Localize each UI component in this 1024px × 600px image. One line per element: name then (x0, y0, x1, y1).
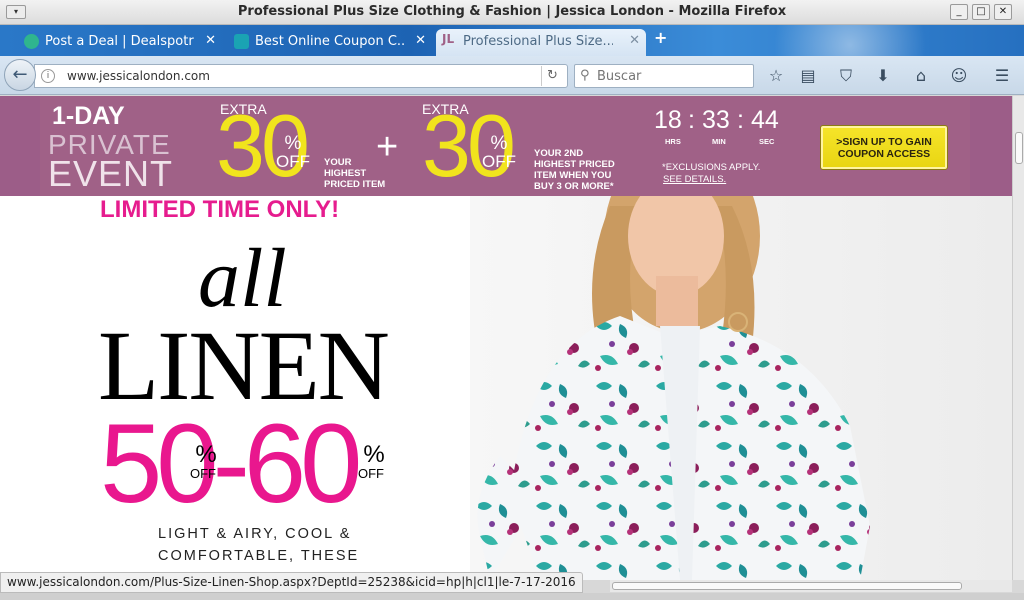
offer1-desc-2: HIGHEST (324, 168, 367, 179)
tab-coupon-site[interactable]: Best Online Coupon C... ✕ (228, 29, 432, 56)
reload-icon[interactable]: ↻ (541, 66, 563, 86)
offer1-desc-3: PRICED ITEM (324, 179, 386, 190)
close-tab-icon[interactable]: ✕ (629, 33, 640, 48)
horizontal-scrollbar[interactable] (610, 580, 1012, 592)
promo-banner[interactable]: 1-DAY PRIVATE EVENT EXTRA 30 % OFF YOUR … (0, 96, 1012, 196)
exclusions-text: *EXCLUSIONS APPLY. (662, 162, 761, 173)
model-illustration (477, 196, 870, 580)
tab-dealspotr[interactable]: Post a Deal | Dealspotr ✕ (18, 29, 222, 56)
close-tab-icon[interactable]: ✕ (205, 33, 216, 48)
timer-hrs-label: HRS (665, 137, 681, 146)
maximize-button[interactable]: □ (972, 4, 990, 20)
back-button[interactable]: ← (4, 59, 36, 91)
limited-time-heading: LIMITED TIME ONLY! (100, 196, 340, 223)
search-input[interactable] (597, 67, 747, 85)
promo-plus: + (376, 126, 399, 168)
tab-label: Professional Plus Size... (463, 34, 613, 49)
tab-label: Post a Deal | Dealspotr (45, 34, 194, 49)
hero-off-1: OFF (190, 466, 216, 481)
vertical-scrollbar[interactable] (1012, 96, 1024, 580)
tab-jessica-london[interactable]: JL Professional Plus Size... ✕ (436, 29, 646, 56)
hero-off-2: OFF (358, 466, 384, 481)
signup-coupon-button[interactable]: >SIGN UP TO GAIN COUPON ACCESS (820, 125, 948, 170)
close-tab-icon[interactable]: ✕ (415, 33, 426, 48)
url-bar[interactable]: i www.jessicalondon.com ↻ (34, 64, 568, 88)
signup-line-2: COUPON ACCESS (837, 148, 931, 160)
timer-sep-2: : (737, 106, 744, 134)
minimize-button[interactable]: _ (950, 4, 968, 20)
offer2-desc-2: HIGHEST PRICED (534, 159, 615, 170)
offer1-desc-1: YOUR (324, 157, 352, 168)
timer-hours: 18 (654, 106, 682, 134)
jessica-london-icon: JL (442, 32, 455, 46)
url-text[interactable]: www.jessicalondon.com (67, 69, 210, 83)
hero-discount: 50-60 (100, 401, 362, 526)
site-info-icon[interactable]: i (41, 69, 55, 83)
offer2-desc-1: YOUR 2ND (534, 148, 584, 159)
offer2-desc-3: ITEM WHEN YOU (534, 170, 612, 181)
search-bar[interactable]: ⚲ (574, 64, 754, 88)
navigation-bar: i www.jessicalondon.com ↻ ← ⚲ ☆ ▤ ⛉ ⬇ ⌂ … (0, 56, 1024, 95)
emoji-icon[interactable]: ☺ (948, 65, 970, 87)
home-icon[interactable]: ⌂ (910, 65, 932, 87)
hamburger-menu-icon[interactable]: ☰ (991, 65, 1013, 87)
offer2-off: OFF (482, 152, 516, 171)
hero-pct-1: % (195, 441, 217, 468)
coupon-site-icon (234, 34, 249, 49)
model-photo[interactable] (470, 196, 1012, 580)
reading-list-icon[interactable]: ▤ (797, 65, 819, 87)
offer2-desc-4: BUY 3 OR MORE* (534, 181, 614, 192)
signup-line-1: >SIGN UP TO GAIN (836, 136, 932, 148)
search-icon: ⚲ (580, 68, 590, 83)
timer-sep-1: : (688, 106, 695, 134)
page-content: 1-DAY PRIVATE EVENT EXTRA 30 % OFF YOUR … (0, 96, 1012, 580)
firefox-window: ▾ Professional Plus Size Clothing & Fash… (0, 0, 1024, 600)
see-details-link[interactable]: SEE DETAILS. (663, 174, 726, 185)
status-bar-url: www.jessicalondon.com/Plus-Size-Linen-Sh… (0, 572, 583, 593)
downloads-icon[interactable]: ⬇ (872, 65, 894, 87)
promo-event: EVENT (48, 153, 174, 194)
dealspotr-icon (24, 34, 39, 49)
hero-tagline-2: COMFORTABLE, THESE (158, 548, 360, 564)
timer-sec-label: SEC (759, 137, 775, 146)
tab-strip: Post a Deal | Dealspotr ✕ Best Online Co… (0, 25, 1024, 56)
horizontal-scroll-thumb[interactable] (612, 582, 962, 590)
hero-tagline-1: LIGHT & AIRY, COOL & (158, 526, 352, 542)
offer2-pct: % (490, 133, 508, 154)
bookmark-star-icon[interactable]: ☆ (765, 65, 787, 87)
pocket-icon[interactable]: ⛉ (835, 65, 857, 87)
offer1-pct: % (284, 133, 302, 154)
title-bar: ▾ Professional Plus Size Clothing & Fash… (0, 0, 1024, 25)
tab-strip-glow (760, 25, 940, 56)
window-title: Professional Plus Size Clothing & Fashio… (237, 4, 787, 19)
tab-label: Best Online Coupon C... (255, 34, 405, 49)
promo-1day: 1-DAY (52, 102, 125, 130)
offer1-off: OFF (276, 152, 310, 171)
new-tab-icon[interactable]: + (654, 28, 667, 47)
hero-pct-2: % (363, 441, 385, 468)
close-window-button[interactable]: ✕ (994, 4, 1012, 20)
timer-seconds: 44 (751, 106, 779, 134)
vertical-scroll-thumb[interactable] (1015, 132, 1023, 164)
timer-min-label: MIN (712, 137, 726, 146)
timer-minutes: 33 (702, 106, 730, 134)
window-bottom-edge (0, 593, 1024, 600)
